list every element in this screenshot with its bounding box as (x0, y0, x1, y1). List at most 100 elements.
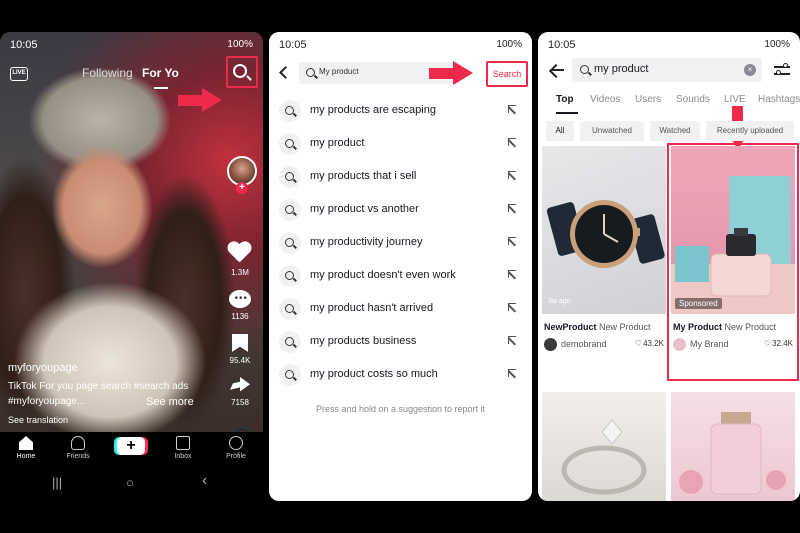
active-tab-indicator (154, 87, 168, 89)
tab-videos[interactable]: Videos (590, 94, 620, 105)
search-icon (306, 68, 315, 77)
tab-live[interactable]: LIVE (724, 94, 746, 105)
result-card[interactable]: 3w ago NewProduct New Product demobrand … (542, 146, 666, 356)
tab-top[interactable]: Top (556, 94, 574, 105)
caption-line-2: #myforyoupage... (8, 396, 86, 407)
status-battery: 100% (764, 39, 790, 50)
watch-illustration (546, 200, 665, 268)
nav-inbox-label: Inbox (174, 453, 192, 460)
annotation-arrow-right (429, 61, 473, 85)
suggestion-item[interactable]: my product (279, 131, 524, 159)
author-avatar (544, 338, 557, 351)
suggestion-search-icon (279, 232, 301, 254)
likes-count: 1.3M (231, 268, 249, 277)
recents-button[interactable]: ||| (52, 475, 62, 490)
nav-home[interactable]: Home (6, 436, 46, 460)
comments-count: 1136 (231, 312, 249, 321)
see-translation-link[interactable]: See translation (8, 415, 68, 425)
fill-query-arrow-icon[interactable] (508, 369, 516, 377)
suggestion-text: my productivity journey (310, 236, 423, 248)
fill-query-arrow-icon[interactable] (508, 138, 516, 146)
tab-following[interactable]: Following (82, 66, 133, 80)
suggestion-text: my product hasn't arrived (310, 302, 434, 314)
back-arrow-icon[interactable] (550, 63, 564, 77)
card-title-bold: NewProduct (544, 322, 597, 332)
results-tabs: Top Videos Users Sounds LIVE Hashtags (538, 94, 800, 114)
suggestion-text: my product vs another (310, 203, 419, 215)
create-button[interactable]: + (117, 437, 145, 455)
search-input[interactable]: my product × (572, 58, 762, 82)
tab-users[interactable]: Users (635, 94, 661, 105)
heart-icon[interactable] (227, 242, 251, 264)
top-navigation: LIVE Following For Yo (0, 65, 263, 89)
suggestion-search-icon (279, 166, 301, 188)
suggestion-search-icon (279, 199, 301, 221)
follow-plus-icon[interactable]: + (236, 182, 248, 194)
nav-friends-label: Friends (66, 453, 90, 460)
sponsored-highlight-box (667, 143, 799, 381)
tab-for-you[interactable]: For Yo (142, 66, 179, 80)
video-thumbnail[interactable] (542, 392, 666, 501)
video-thumbnail[interactable] (671, 392, 795, 501)
chip-all[interactable]: All (546, 121, 574, 141)
nav-friends[interactable]: Friends (58, 436, 98, 460)
chip-watched[interactable]: Watched (650, 121, 700, 141)
search-icon[interactable] (233, 64, 247, 78)
fill-query-arrow-icon[interactable] (508, 237, 516, 245)
shares-count: 7158 (231, 398, 249, 407)
tab-hashtags[interactable]: Hashtags (758, 94, 800, 105)
suggestion-item[interactable]: my product hasn't arrived (279, 296, 524, 324)
nav-profile[interactable]: Profile (216, 436, 256, 460)
status-time: 10:05 (548, 39, 576, 51)
fill-query-arrow-icon[interactable] (508, 336, 516, 344)
chip-recently-uploaded[interactable]: Recently uploaded (706, 121, 794, 141)
bottom-navigation: Home Friends + Inbox Profile (0, 432, 263, 466)
fill-query-arrow-icon[interactable] (508, 171, 516, 179)
filter-sliders-icon[interactable] (774, 63, 790, 77)
tab-sounds[interactable]: Sounds (676, 94, 710, 105)
suggestion-item[interactable]: my products are escaping (279, 98, 524, 126)
suggestion-search-icon (279, 331, 301, 353)
system-navigation: ||| ○ ‹ (0, 466, 263, 501)
suggestion-item[interactable]: my products business (279, 329, 524, 357)
video-thumbnail[interactable]: 3w ago (542, 146, 666, 314)
card-title-rest: New Product (599, 322, 651, 332)
see-more-link[interactable]: See more (146, 396, 194, 408)
suggestion-item[interactable]: my products that i sell (279, 164, 524, 192)
fill-query-arrow-icon[interactable] (508, 270, 516, 278)
suggestion-item[interactable]: my productivity journey (279, 230, 524, 258)
chip-unwatched[interactable]: Unwatched (580, 121, 644, 141)
status-time: 10:05 (10, 39, 38, 51)
suggestion-text: my products that i sell (310, 170, 417, 182)
author-name: demobrand (561, 339, 607, 349)
fill-query-arrow-icon[interactable] (508, 303, 516, 311)
status-battery: 100% (227, 39, 253, 50)
system-back-button[interactable]: ‹ (202, 472, 207, 490)
system-home-button[interactable]: ○ (126, 475, 134, 490)
clear-search-icon[interactable]: × (744, 64, 756, 76)
suggestion-search-icon (279, 100, 301, 122)
card-author-row[interactable]: demobrand 43.2K (544, 338, 666, 352)
active-tab-indicator (556, 112, 578, 114)
suggestion-text: my product (310, 137, 365, 149)
suggestion-item[interactable]: my product costs so much (279, 362, 524, 390)
flower-bottle-illustration (679, 412, 786, 495)
profile-icon (229, 436, 243, 450)
suggestion-item[interactable]: my product vs another (279, 197, 524, 225)
nav-inbox[interactable]: Inbox (163, 436, 203, 460)
fill-query-arrow-icon[interactable] (508, 105, 516, 113)
fill-query-arrow-icon[interactable] (508, 204, 516, 212)
friends-icon (71, 436, 85, 450)
card-title[interactable]: NewProduct New Product (544, 322, 651, 332)
phone-foryou-screen: 10:05 100% LIVE Following For Yo + 1.3M … (0, 32, 263, 501)
annotation-arrow-right (178, 88, 222, 112)
home-icon (19, 436, 33, 450)
suggestion-item[interactable]: my product doesn't even work (279, 263, 524, 291)
live-icon[interactable]: LIVE (10, 67, 28, 81)
caption-username[interactable]: myforyoupage (8, 362, 78, 374)
search-button[interactable]: Search (486, 61, 528, 87)
back-chevron-icon[interactable] (279, 66, 292, 79)
status-time: 10:05 (279, 39, 307, 51)
phone-search-suggestions-screen: 10:05 100% My product Search my products… (269, 32, 532, 501)
suggestion-text: my product costs so much (310, 368, 438, 380)
